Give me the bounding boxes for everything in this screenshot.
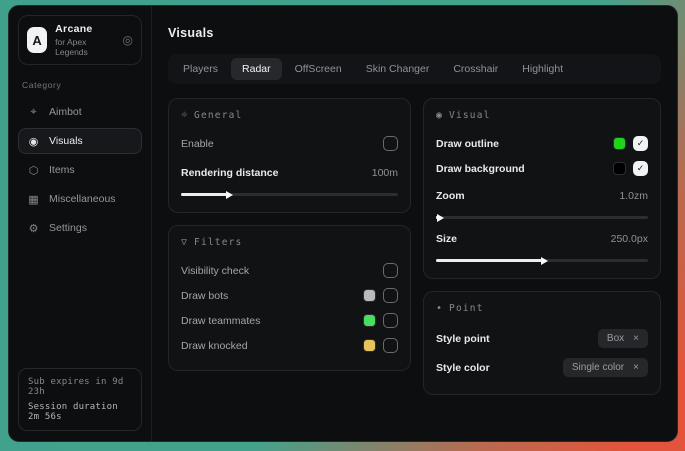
draw-knocked-checkbox[interactable]	[383, 338, 398, 353]
target-icon[interactable]: ◎	[123, 33, 133, 47]
sidebar-item-label: Items	[49, 164, 75, 176]
sidebar-item-items[interactable]: ⬡ Items	[18, 157, 142, 183]
sidebar-item-miscellaneous[interactable]: ▦ Miscellaneous	[18, 186, 142, 212]
panel-filters: ▽ Filters Visibility check Draw bots	[168, 225, 411, 371]
draw-knocked-color-swatch[interactable]	[363, 339, 376, 352]
sidebar-item-visuals[interactable]: ◉ Visuals	[18, 128, 142, 154]
dot-icon: •	[436, 303, 442, 314]
page-title: Visuals	[168, 26, 661, 40]
draw-outline-checkbox[interactable]: ✓	[633, 136, 648, 151]
draw-bots-checkbox[interactable]	[383, 288, 398, 303]
tab-radar[interactable]: Radar	[231, 58, 282, 80]
tab-highlight[interactable]: Highlight	[511, 58, 574, 80]
draw-outline-label: Draw outline	[436, 138, 499, 150]
close-icon[interactable]: ×	[633, 333, 639, 344]
rendering-distance-label: Rendering distance	[181, 167, 278, 179]
app-name: Arcane	[55, 23, 106, 35]
sidebar-item-label: Settings	[49, 222, 87, 234]
draw-teammates-checkbox[interactable]	[383, 313, 398, 328]
crosshair-icon: ⌖	[27, 106, 40, 119]
draw-background-label: Draw background	[436, 163, 525, 175]
app-header: A Arcane for Apex Legends ◎	[18, 15, 142, 65]
size-label: Size	[436, 233, 457, 245]
eye-icon: ◉	[27, 135, 40, 148]
box-icon: ⬡	[27, 164, 40, 177]
enable-checkbox[interactable]	[383, 136, 398, 151]
draw-teammates-label: Draw teammates	[181, 315, 260, 327]
tab-bar: Players Radar OffScreen Skin Changer Cro…	[168, 54, 661, 84]
app-logo: A	[27, 27, 47, 53]
panel-title: General	[194, 110, 242, 121]
zoom-value: 1.0zm	[619, 190, 648, 202]
sidebar: A Arcane for Apex Legends ◎ Category ⌖ A…	[9, 6, 152, 441]
size-value: 250.0px	[611, 233, 648, 245]
close-icon[interactable]: ×	[633, 362, 639, 373]
draw-background-color-swatch[interactable]	[613, 162, 626, 175]
panel-point: • Point Style point Box × Style color S	[423, 291, 661, 395]
style-point-tag[interactable]: Box ×	[598, 329, 648, 348]
enable-label: Enable	[181, 138, 214, 150]
style-point-value: Box	[607, 333, 624, 344]
category-label: Category	[22, 80, 138, 90]
main-area: Visuals Players Radar OffScreen Skin Cha…	[152, 6, 677, 441]
visibility-check-checkbox[interactable]	[383, 263, 398, 278]
draw-outline-color-swatch[interactable]	[613, 137, 626, 150]
panel-general: ☼ General Enable Rendering distance 100m	[168, 98, 411, 213]
sub-expires-text: Sub expires in 9d 23h	[28, 377, 132, 397]
slider-thumb[interactable]	[541, 257, 548, 265]
tab-skin-changer[interactable]: Skin Changer	[355, 58, 441, 80]
style-point-label: Style point	[436, 333, 490, 345]
sidebar-item-aimbot[interactable]: ⌖ Aimbot	[18, 99, 142, 125]
size-slider[interactable]	[436, 259, 648, 262]
style-color-value: Single color	[572, 362, 624, 373]
tab-players[interactable]: Players	[172, 58, 229, 80]
panel-title: Visual	[449, 110, 491, 121]
tab-offscreen[interactable]: OffScreen	[284, 58, 353, 80]
draw-teammates-color-swatch[interactable]	[363, 314, 376, 327]
content: ☼ General Enable Rendering distance 100m	[168, 98, 661, 395]
sidebar-item-settings[interactable]: ⚙ Settings	[18, 215, 142, 241]
check-icon: ✓	[637, 138, 645, 149]
draw-background-checkbox[interactable]: ✓	[633, 161, 648, 176]
app-window: A Arcane for Apex Legends ◎ Category ⌖ A…	[8, 5, 678, 442]
style-color-label: Style color	[436, 362, 490, 374]
draw-bots-label: Draw bots	[181, 290, 228, 302]
rendering-distance-value: 100m	[372, 167, 398, 179]
sun-icon: ☼	[181, 110, 187, 121]
draw-knocked-label: Draw knocked	[181, 340, 248, 352]
app-subtitle: for Apex Legends	[55, 37, 106, 57]
draw-bots-color-swatch[interactable]	[363, 289, 376, 302]
style-color-tag[interactable]: Single color ×	[563, 358, 648, 377]
visibility-check-label: Visibility check	[181, 265, 249, 277]
eye-icon: ◉	[436, 110, 442, 121]
slider-thumb[interactable]	[226, 191, 233, 199]
subscription-status: Sub expires in 9d 23h Session duration 2…	[18, 368, 142, 431]
zoom-slider[interactable]	[436, 216, 648, 219]
panel-visual: ◉ Visual Draw outline ✓ Draw background	[423, 98, 661, 279]
check-icon: ✓	[637, 163, 645, 174]
tab-crosshair[interactable]: Crosshair	[442, 58, 509, 80]
panel-title: Point	[449, 303, 484, 314]
panel-title: Filters	[194, 237, 242, 248]
rendering-distance-slider[interactable]	[181, 193, 398, 196]
sidebar-item-label: Miscellaneous	[49, 193, 116, 205]
sidebar-item-label: Visuals	[49, 135, 83, 147]
session-duration-text: Session duration 2m 56s	[28, 402, 132, 422]
gear-icon: ⚙	[27, 222, 40, 235]
zoom-label: Zoom	[436, 190, 465, 202]
sidebar-item-label: Aimbot	[49, 106, 82, 118]
grid-icon: ▦	[27, 193, 40, 206]
slider-thumb[interactable]	[437, 214, 444, 222]
funnel-icon: ▽	[181, 237, 187, 248]
